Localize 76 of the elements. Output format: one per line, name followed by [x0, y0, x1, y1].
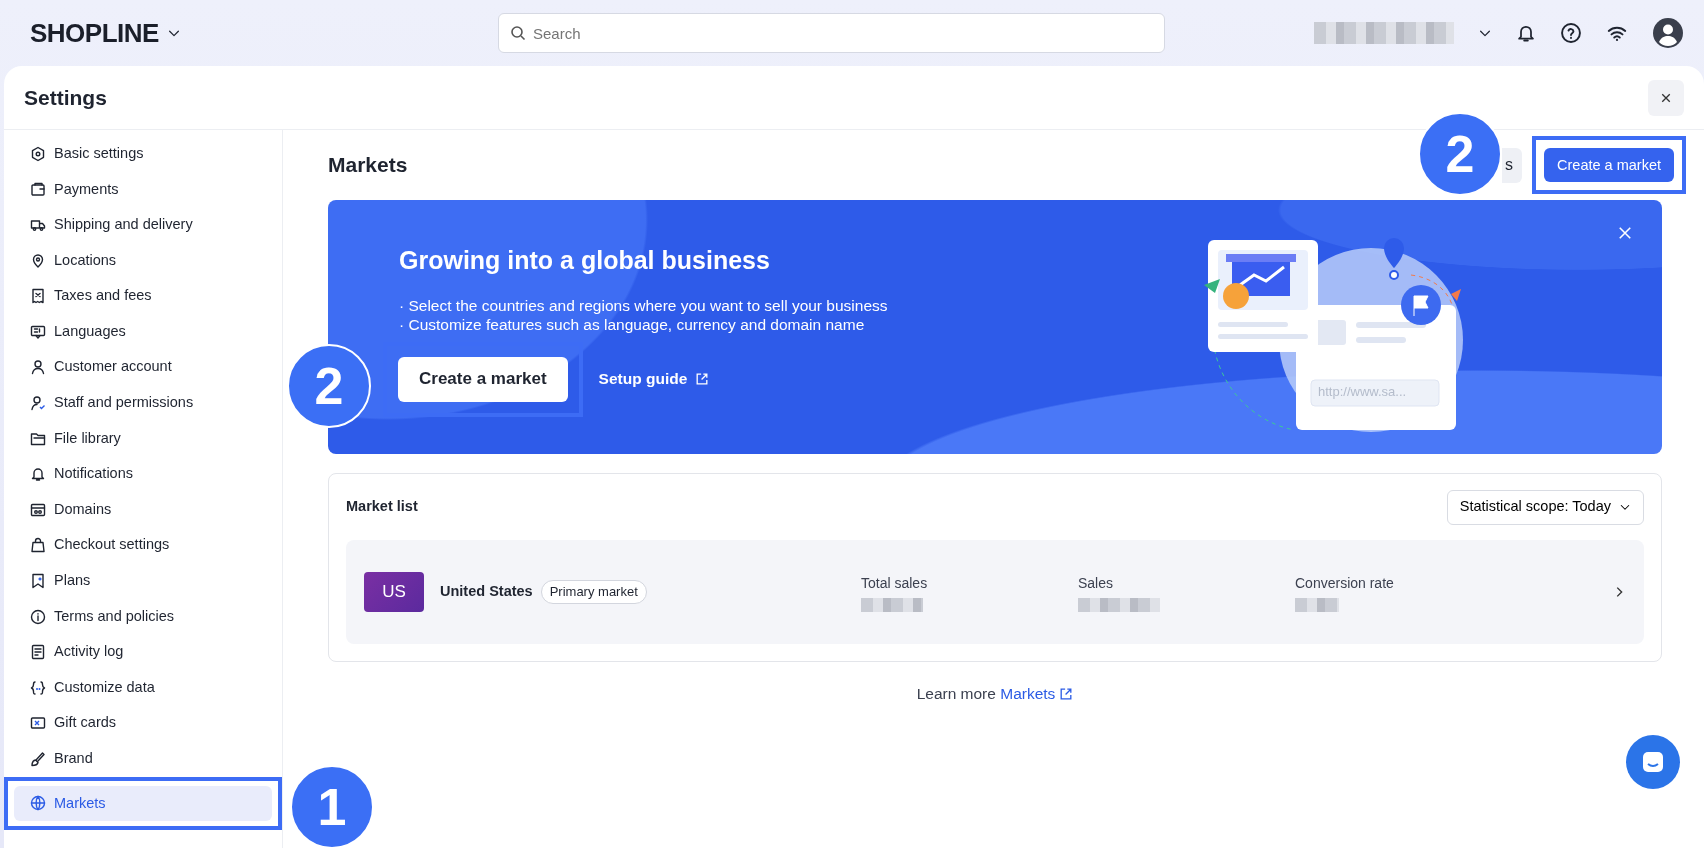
- close-icon: [1618, 226, 1632, 241]
- bell-icon[interactable]: [1516, 23, 1536, 43]
- page-title: Markets: [328, 152, 408, 179]
- sidebar-item[interactable]: Shipping and delivery: [14, 207, 272, 243]
- metric-label: Total sales: [861, 573, 929, 593]
- language-icon: [30, 323, 46, 340]
- sidebar-item[interactable]: Gift cards: [14, 705, 272, 742]
- bullet-text: · Select the countries and regions where you want to sell your business: [399, 295, 889, 315]
- help-icon[interactable]: [1560, 22, 1582, 44]
- learn-more-text: Learn more: [916, 685, 997, 702]
- panel-title: Settings: [24, 84, 107, 111]
- location-pin-icon: [30, 252, 46, 269]
- step-number: 1: [290, 764, 374, 848]
- logo[interactable]: SHOPLINE: [30, 13, 159, 53]
- sidebar-item[interactable]: Plans: [14, 563, 272, 599]
- brush-icon: [30, 750, 46, 767]
- sidebar-item[interactable]: Customer account: [14, 349, 272, 386]
- bell-icon: [30, 466, 46, 483]
- metric-label: Sales: [1078, 573, 1115, 593]
- sidebar-item[interactable]: Checkout settings: [14, 527, 272, 564]
- market-row[interactable]: US United States Primary market Total sales Sales Conversion rate: [346, 540, 1644, 644]
- primary-market-tag: Primary market: [540, 580, 647, 604]
- search-icon: [510, 25, 526, 41]
- person-icon: [30, 359, 46, 376]
- person-badge-icon: [30, 394, 46, 411]
- banner-title: Growing into a global business: [399, 245, 771, 276]
- step-number: 2: [1418, 112, 1503, 196]
- sidebar-item[interactable]: Payments: [14, 171, 272, 208]
- sidebar-item[interactable]: Customize data: [14, 669, 272, 706]
- create-market-button[interactable]: Create a market: [1544, 148, 1674, 182]
- sidebar-item[interactable]: Domains: [14, 491, 272, 528]
- sidebar-item[interactable]: Activity log: [14, 634, 272, 670]
- bookmark-icon: [30, 572, 46, 589]
- globe-icon: [30, 795, 46, 812]
- card-title: Market list: [346, 497, 418, 517]
- braces-icon: [30, 679, 46, 696]
- avatar-icon[interactable]: [1652, 17, 1684, 49]
- sidebar-item[interactable]: Locations: [14, 242, 272, 279]
- folder-icon: [30, 430, 46, 447]
- sidebar-item[interactable]: Markets: [14, 785, 272, 822]
- redacted-value: [1295, 597, 1339, 612]
- setup-guide-link[interactable]: Setup guide: [598, 367, 710, 391]
- search-field[interactable]: Search: [498, 13, 1165, 53]
- secondary-button[interactable]: s: [1502, 147, 1523, 183]
- receipt-icon: [30, 288, 46, 305]
- sidebar-item[interactable]: Languages: [14, 313, 272, 350]
- redacted-value: [861, 597, 923, 612]
- sidebar-item[interactable]: Taxes and fees: [14, 278, 272, 314]
- gift-card-icon: [30, 715, 46, 732]
- url-text: http://www.sa...: [1318, 383, 1407, 401]
- market-name: United States: [440, 582, 533, 602]
- domain-icon: [30, 501, 46, 518]
- sidebar-item[interactable]: Brand: [14, 741, 272, 777]
- sidebar-item[interactable]: Staff and permissions: [14, 385, 272, 421]
- sidebar-item[interactable]: Notifications: [14, 456, 272, 492]
- create-market-button[interactable]: Create a market: [398, 356, 568, 402]
- chat-icon: [1640, 749, 1666, 775]
- markets-link[interactable]: Markets: [1000, 682, 1074, 706]
- close-button[interactable]: [1648, 79, 1684, 116]
- sidebar-item[interactable]: Terms and policies: [14, 598, 272, 635]
- wallet-icon: [30, 181, 46, 198]
- bullet-text: · Customize features such as language, currency and domain name: [399, 315, 866, 335]
- truck-icon: [30, 217, 46, 233]
- shopping-bag-icon: [30, 537, 46, 554]
- document-icon: [30, 644, 46, 661]
- info-icon: [30, 608, 46, 625]
- scope-dropdown[interactable]: Statistical scope: Today: [1446, 489, 1644, 525]
- country-code-tile: US: [364, 572, 424, 612]
- hexagon-icon: [30, 145, 46, 162]
- step-number: 2: [287, 343, 371, 428]
- metric-label: Conversion rate: [1295, 573, 1395, 593]
- sidebar-item[interactable]: Basic settings: [14, 136, 272, 172]
- external-link-icon: [695, 372, 710, 386]
- external-link-icon: [1059, 686, 1074, 701]
- close-icon: [1660, 91, 1672, 104]
- sidebar-item[interactable]: File library: [14, 420, 272, 457]
